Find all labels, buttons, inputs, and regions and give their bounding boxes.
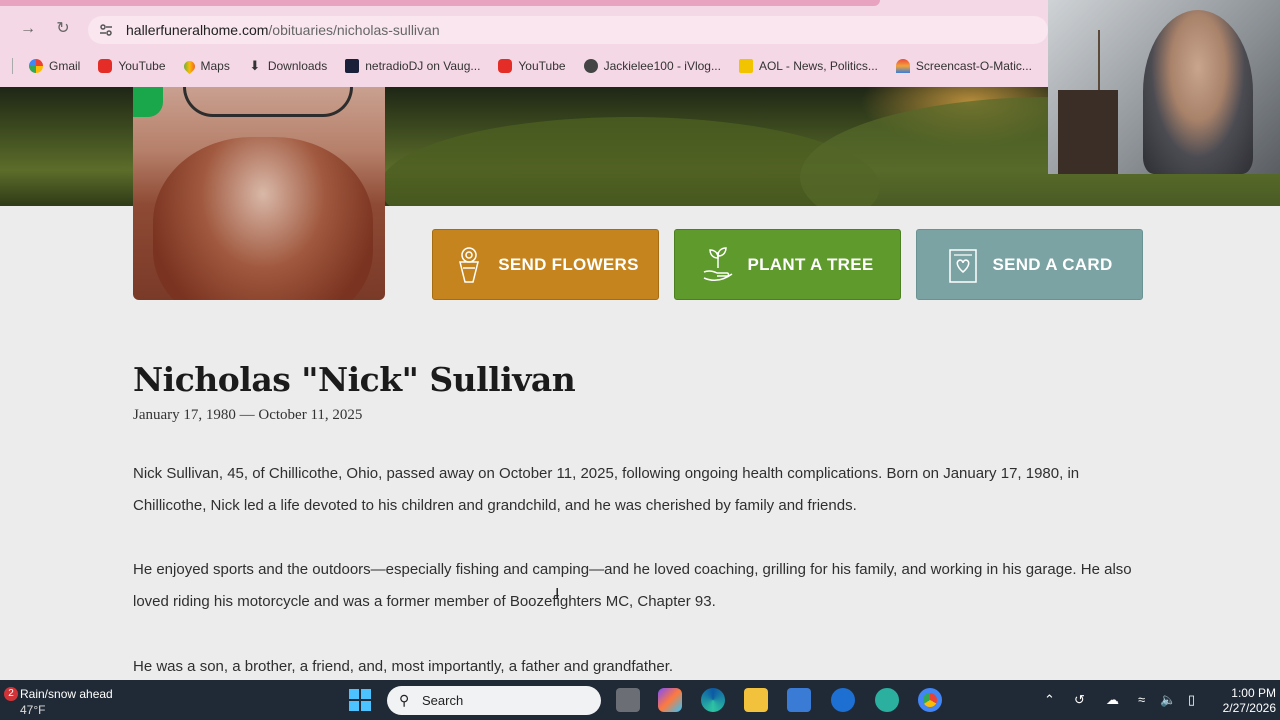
url-text: hallerfuneralhome.com/obituaries/nichola… xyxy=(126,22,440,38)
obituary-paragraph: He was a son, a brother, a friend, and, … xyxy=(133,658,674,675)
screencast-icon xyxy=(895,59,910,73)
volume-icon[interactable]: 🔈 xyxy=(1160,692,1176,708)
bookmark-label: YouTube xyxy=(118,59,166,73)
text-cursor-icon: I xyxy=(555,586,560,603)
bookshelf xyxy=(1058,90,1118,174)
bookmark-maps[interactable]: Maps xyxy=(181,58,230,74)
flower-bouquet-icon xyxy=(459,246,480,283)
vimeo-icon xyxy=(345,59,360,73)
bookmark-label: Jackielee100 - iVlog... xyxy=(603,59,721,73)
weather-forecast: Rain/snow ahead xyxy=(20,687,113,701)
search-icon: ⚲ xyxy=(399,692,410,708)
photo-cap xyxy=(133,87,163,117)
presenter-video xyxy=(1143,10,1253,174)
site-settings-icon[interactable] xyxy=(98,22,114,38)
sync-icon[interactable]: ↺ xyxy=(1074,692,1085,708)
weather-temp: 47°F xyxy=(20,703,46,717)
bookmark-label: Downloads xyxy=(267,59,328,73)
plant-a-tree-button[interactable]: PLANT A TREE xyxy=(674,229,901,300)
windows-taskbar: 2 Rain/snow ahead 47°F ⚲ Search ⌃ ↺ ☁ ≈ … xyxy=(0,680,1280,720)
bookmark-jackielee[interactable]: Jackielee100 - iVlog... xyxy=(583,59,721,73)
obituary-paragraph: He enjoyed sports and the outdoors—espec… xyxy=(133,561,1132,610)
hand-sapling-icon xyxy=(704,246,733,281)
forward-icon[interactable]: → xyxy=(17,18,39,40)
chevron-up-icon[interactable]: ⌃ xyxy=(1044,692,1055,708)
life-dates: January 17, 1980 — October 11, 2025 xyxy=(133,407,363,423)
clock-time: 1:00 PM xyxy=(1231,686,1276,700)
model-ship xyxy=(1098,30,1138,90)
deceased-name: Nicholas "Nick" Sullivan xyxy=(133,360,576,399)
edge-icon[interactable] xyxy=(701,688,725,712)
photo-face xyxy=(153,137,373,300)
maps-icon xyxy=(181,58,197,74)
bookmark-label: YouTube xyxy=(518,59,566,73)
bookmark-netradiodj[interactable]: netradioDJ on Vaug... xyxy=(345,59,480,73)
help-icon[interactable] xyxy=(875,688,899,712)
youtube-icon xyxy=(498,59,513,73)
bookmark-label: Screencast-O-Matic... xyxy=(915,59,1032,73)
plant-a-tree-label: PLANT A TREE xyxy=(747,254,874,274)
bookmark-downloads[interactable]: ⬇ Downloads xyxy=(248,58,328,74)
url-host: hallerfuneralhome.com xyxy=(126,22,269,38)
battery-icon[interactable]: ▯ xyxy=(1188,692,1195,708)
obituary-content: Nicholas "Nick" Sullivan January 17, 198… xyxy=(133,360,1143,675)
bookmark-youtube-2[interactable]: YouTube xyxy=(498,59,566,73)
youtube-icon xyxy=(98,59,113,73)
send-flowers-label: SEND FLOWERS xyxy=(498,254,639,274)
send-flowers-button[interactable]: SEND FLOWERS xyxy=(432,229,659,300)
bookmarks-separator xyxy=(12,58,13,74)
bookmark-youtube[interactable]: YouTube xyxy=(98,59,166,73)
webcam-overlay xyxy=(1048,0,1280,174)
address-bar[interactable]: hallerfuneralhome.com/obituaries/nichola… xyxy=(88,16,1048,44)
send-a-card-button[interactable]: SEND A CARD xyxy=(916,229,1143,300)
weather-badge: 2 xyxy=(4,687,18,701)
bookmark-label: Gmail xyxy=(49,59,81,73)
bookmark-screencast[interactable]: Screencast-O-Matic... xyxy=(895,59,1032,73)
obituary-paragraph: Nick Sullivan, 45, of Chillicothe, Ohio,… xyxy=(133,465,1080,514)
obituary-photo xyxy=(133,87,385,300)
bookmark-label: netradioDJ on Vaug... xyxy=(365,59,481,73)
store-icon[interactable] xyxy=(787,688,811,712)
download-icon: ⬇ xyxy=(249,58,261,73)
taskbar-search[interactable]: ⚲ Search xyxy=(387,686,601,715)
photo-glasses xyxy=(183,87,353,117)
bookmarks-bar: Gmail YouTube Maps ⬇ Downloads netradioDJ… xyxy=(12,56,1050,76)
avatar-icon xyxy=(583,59,598,73)
tab-strip xyxy=(0,0,880,6)
search-placeholder: Search xyxy=(422,693,464,708)
hp-icon[interactable] xyxy=(831,688,855,712)
bookmark-label: AOL - News, Politics... xyxy=(758,59,878,73)
clock-date: 2/27/2026 xyxy=(1222,701,1276,715)
file-explorer-icon[interactable] xyxy=(744,688,768,712)
bookmark-aol[interactable]: AOL - News, Politics... xyxy=(738,59,878,73)
cloud-icon[interactable]: ☁ xyxy=(1106,692,1119,708)
copilot-icon[interactable] xyxy=(658,688,682,712)
url-path: /obituaries/nicholas-sullivan xyxy=(268,22,440,38)
chrome-icon[interactable] xyxy=(918,688,942,712)
windows-start-icon[interactable] xyxy=(349,689,371,711)
google-icon xyxy=(29,59,43,73)
send-a-card-label: SEND A CARD xyxy=(992,254,1113,274)
bookmark-label: Maps xyxy=(200,59,230,73)
aol-icon xyxy=(738,59,753,73)
bookmark-gmail[interactable]: Gmail xyxy=(29,59,80,73)
wifi-icon[interactable]: ≈ xyxy=(1138,692,1145,707)
reload-icon[interactable]: ↻ xyxy=(52,18,74,40)
task-view-icon[interactable] xyxy=(616,688,640,712)
card-heart-icon xyxy=(949,248,978,283)
system-clock[interactable]: 1:00 PM 2/27/2026 xyxy=(1218,686,1276,716)
